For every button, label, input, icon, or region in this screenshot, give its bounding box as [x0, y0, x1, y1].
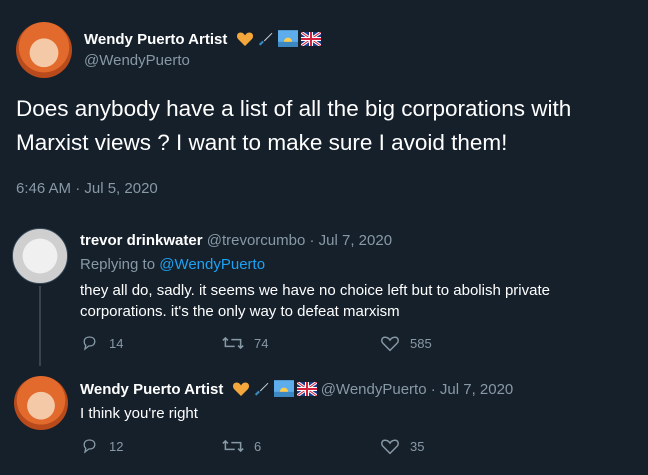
tweet-timestamp[interactable]: 6:46 AM · Jul 5, 2020 — [16, 180, 158, 197]
uk-flag-icon — [296, 381, 317, 396]
replying-to-label: Replying to — [80, 256, 156, 273]
reply-icon — [83, 336, 96, 351]
avatar[interactable] — [12, 228, 68, 284]
heart-icon — [381, 336, 399, 352]
like-button[interactable]: 585 — [380, 334, 432, 352]
replying-to: Replying to @WendyPuerto — [80, 256, 265, 273]
retweet-icon — [222, 336, 244, 350]
separator: · — [309, 232, 315, 249]
orange-heart-icon — [232, 382, 249, 396]
thread-line — [39, 286, 41, 366]
avatar[interactable] — [14, 376, 68, 430]
like-button[interactable]: 35 — [380, 437, 424, 455]
paintbrush-icon — [254, 382, 268, 396]
paintbrush-icon — [258, 32, 272, 46]
retweet-count: 6 — [254, 438, 262, 454]
separator: · — [430, 381, 436, 398]
author-handle[interactable]: @WendyPuerto — [321, 381, 427, 398]
retweet-count: 74 — [254, 335, 269, 351]
reply-date[interactable]: Jul 7, 2020 — [319, 232, 392, 249]
reply-count: 14 — [109, 335, 124, 351]
uk-flag-icon — [300, 31, 321, 46]
author-handle[interactable]: @WendyPuerto — [84, 52, 190, 69]
avatar[interactable] — [16, 22, 72, 78]
heart-icon — [381, 439, 399, 455]
retweet-button[interactable]: 6 — [222, 437, 261, 455]
author-name[interactable]: Wendy Puerto Artist — [80, 381, 223, 398]
replying-to-handle[interactable]: @WendyPuerto — [159, 256, 265, 273]
author-name[interactable]: Wendy Puerto Artist — [84, 31, 227, 48]
reply-icon — [83, 439, 96, 454]
sunrise-icon — [277, 30, 298, 47]
author-name[interactable]: trevor drinkwater — [80, 232, 203, 249]
reply-text: I think you're right — [80, 405, 198, 422]
reply-text: they all do, sadly. it seems we have no … — [80, 282, 550, 320]
like-count: 35 — [410, 438, 425, 454]
sunrise-icon — [273, 380, 294, 397]
profile-badges — [236, 30, 321, 47]
tweet-text: Does anybody have a list of all the big … — [16, 96, 572, 155]
profile-badges — [232, 380, 317, 397]
reply-header: trevor drinkwater @trevorcumbo · Jul 7, … — [80, 232, 392, 249]
author-handle[interactable]: @trevorcumbo — [207, 232, 306, 249]
author-name-row: Wendy Puerto Artist — [84, 30, 321, 48]
retweet-icon — [222, 439, 244, 453]
reply-count: 12 — [109, 438, 124, 454]
reply-button[interactable]: 12 — [80, 437, 123, 455]
orange-heart-icon — [236, 32, 253, 46]
like-count: 585 — [410, 335, 432, 351]
reply-date[interactable]: Jul 7, 2020 — [440, 381, 513, 398]
reply-button[interactable]: 14 — [80, 334, 123, 352]
reply-header: Wendy Puerto Artist @WendyPuerto · Jul 7… — [80, 380, 513, 398]
retweet-button[interactable]: 74 — [222, 334, 268, 352]
